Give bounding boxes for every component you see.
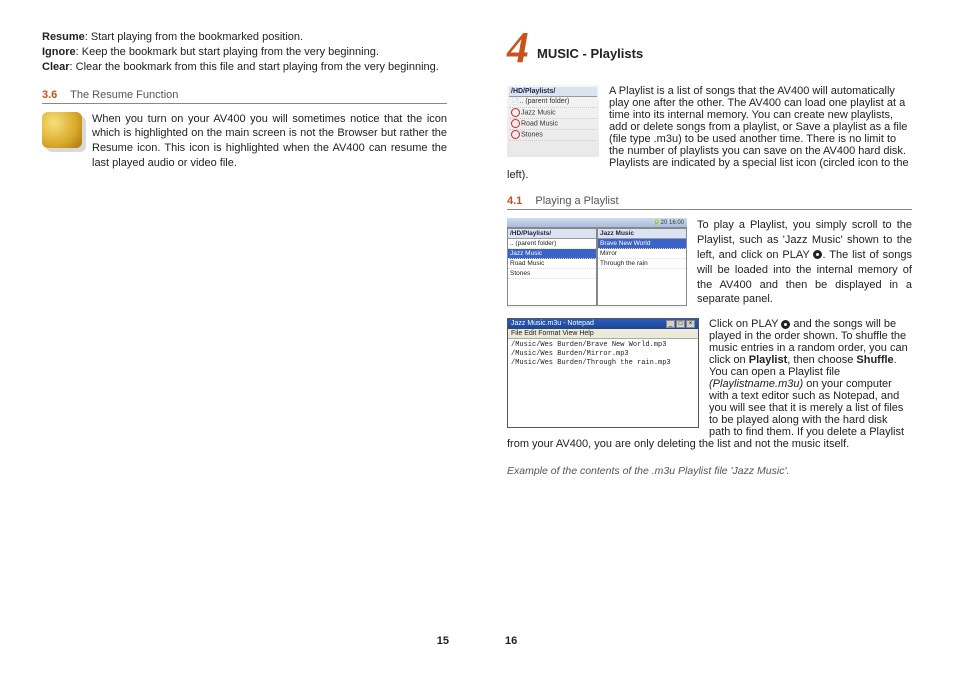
window-buttons: _□× bbox=[665, 320, 695, 328]
def-resume: Resume: Start playing from the bookmarke… bbox=[42, 30, 447, 75]
film-reel-icon bbox=[42, 112, 82, 148]
left-page: Resume: Start playing from the bookmarke… bbox=[20, 30, 477, 655]
notepad-figure: Jazz Music.m3u - Notepad _□× File Edit F… bbox=[507, 318, 699, 428]
play-row: 🔋20 16:00 /HD/Playlists/ .. (parent fold… bbox=[507, 218, 912, 308]
section-3-6-head: 3.6 The Resume Function bbox=[42, 89, 447, 104]
shuffle-block: Jazz Music.m3u - Notepad _□× File Edit F… bbox=[507, 318, 912, 450]
page-number-15: 15 bbox=[437, 635, 449, 647]
play-icon bbox=[781, 320, 790, 329]
ignore-label: Ignore bbox=[42, 46, 76, 58]
caption: Example of the contents of the .m3u Play… bbox=[507, 464, 912, 478]
right-page: 4 MUSIC - Playlists /HD/Playlists/ .. (p… bbox=[477, 30, 934, 655]
playlist-panel-figure: /HD/Playlists/ .. (parent folder) Jazz M… bbox=[507, 85, 599, 157]
section-4-1-head: 4.1 Playing a Playlist bbox=[507, 195, 912, 210]
page-number-16: 16 bbox=[505, 635, 517, 647]
resume-label: Resume bbox=[42, 31, 85, 43]
play-text: To play a Playlist, you simply scroll to… bbox=[697, 218, 912, 307]
browser-figure: 🔋20 16:00 /HD/Playlists/ .. (parent fold… bbox=[507, 218, 687, 308]
intro-block: /HD/Playlists/ .. (parent folder) Jazz M… bbox=[507, 85, 912, 181]
resume-body: When you turn on your AV400 you will som… bbox=[92, 112, 447, 171]
chapter-4-head: 4 MUSIC - Playlists bbox=[507, 30, 912, 65]
clear-label: Clear bbox=[42, 61, 70, 73]
resume-row: When you turn on your AV400 you will som… bbox=[42, 112, 447, 171]
